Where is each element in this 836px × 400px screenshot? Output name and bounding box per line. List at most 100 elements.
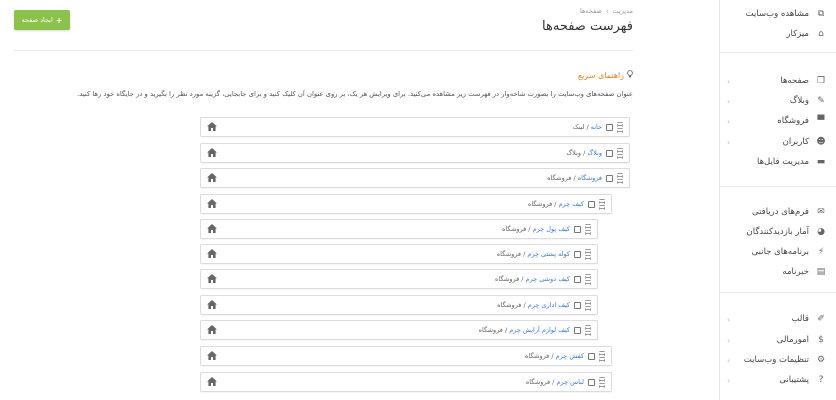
home-icon[interactable]: [207, 249, 218, 259]
sidebar-item[interactable]: ✎ وبلاگ ‹: [719, 91, 836, 111]
row-checkbox[interactable]: [606, 124, 613, 131]
page-title-link[interactable]: کیف دوشی چرم: [526, 275, 570, 283]
sidebar-item[interactable]: ❐ صفحه‌ها ‹: [719, 71, 836, 91]
page-title-link[interactable]: کیف لوازم آرایش چرم: [509, 326, 570, 334]
tree-row-label: کیف پول چرم / فروشگاه: [502, 225, 570, 233]
sidebar-divider: [719, 292, 836, 293]
page-title-link[interactable]: کیف چرم: [559, 200, 584, 208]
sidebar-item[interactable]: ◕ آمار بازدیدکنندگان: [719, 222, 836, 242]
page-type: فروشگاه: [501, 225, 527, 233]
sidebar-item[interactable]: ✐ قالب ‹: [719, 309, 836, 329]
tree-row-label: کیف لوازم آرایش چرم / فروشگاه: [479, 326, 570, 334]
sidebar-item[interactable]: ⚡ برنامه‌های جانبی: [719, 242, 836, 262]
sidebar-item[interactable]: ▀ فروشگاه ‹: [719, 111, 836, 131]
row-checkbox[interactable]: [588, 353, 595, 360]
sidebar-divider: [719, 186, 836, 187]
row-checkbox[interactable]: [574, 327, 581, 334]
sidebar-item[interactable]: ? پشتیبانی ‹: [719, 370, 836, 390]
plus-icon: +: [55, 15, 63, 25]
row-checkbox[interactable]: [574, 302, 581, 309]
page-type: لینک: [572, 123, 585, 131]
drag-handle-icon[interactable]: [585, 325, 591, 336]
home-icon[interactable]: [207, 173, 218, 183]
page-type: فروشگاه: [494, 275, 520, 283]
sidebar-item[interactable]: ✉ فرم‌های دریافتی: [719, 202, 836, 222]
sidebar-item-label: صفحه‌ها: [780, 76, 809, 86]
tree-row-label: فروشگاه / فروشگاه: [547, 174, 602, 182]
sidebar-item-label: قالب: [791, 314, 809, 324]
breadcrumb-separator: ›: [605, 7, 609, 15]
home-icon[interactable]: [207, 300, 218, 310]
row-checkbox[interactable]: [574, 226, 581, 233]
drag-handle-icon[interactable]: [617, 148, 623, 159]
home-icon[interactable]: [207, 199, 218, 209]
row-checkbox[interactable]: [588, 379, 595, 386]
page-title-link[interactable]: کفش چرم: [556, 352, 584, 360]
home-icon[interactable]: [207, 224, 218, 234]
page-title-link[interactable]: کوله پشتی چرم: [527, 250, 570, 258]
page-title-link[interactable]: کیف اداری چرم: [528, 301, 570, 309]
tree-row[interactable]: لباس چرم / فروشگاه: [200, 372, 612, 392]
tree-row[interactable]: فروشگاه / فروشگاه: [200, 168, 630, 188]
sidebar-item-label: مدیریت فایل‌ها: [756, 157, 809, 167]
tree-row[interactable]: کیف پول چرم / فروشگاه: [200, 219, 598, 239]
tree-row[interactable]: کیف اداری چرم / فروشگاه: [200, 295, 598, 315]
lightbulb-icon: [627, 70, 633, 80]
row-checkbox[interactable]: [574, 251, 581, 258]
row-checkbox[interactable]: [588, 201, 595, 208]
home-icon[interactable]: [207, 122, 218, 132]
row-checkbox[interactable]: [574, 276, 581, 283]
sidebar-item[interactable]: ⌂ میزکار: [719, 24, 836, 44]
tree-row-label: کیف اداری چرم / فروشگاه: [497, 301, 570, 309]
sidebar-item[interactable]: ▤ خبرنامه: [719, 262, 836, 282]
page-title-link[interactable]: فروشگاه: [578, 174, 602, 182]
tree-row[interactable]: کوله پشتی چرم / فروشگاه: [200, 244, 598, 264]
drag-handle-icon[interactable]: [617, 173, 623, 184]
drag-handle-icon[interactable]: [585, 274, 591, 285]
create-page-button[interactable]: + ایجاد صفحه: [14, 10, 70, 30]
gear-icon: ⚙: [816, 355, 826, 365]
home-icon: ⌂: [818, 29, 824, 39]
sidebar-item-label: پشتیبانی: [779, 375, 809, 385]
page-title-link[interactable]: لباس چرم: [556, 378, 584, 386]
tree-row[interactable]: خانه / لینک: [200, 117, 630, 137]
page-title-link[interactable]: کیف پول چرم: [533, 225, 570, 233]
home-icon[interactable]: [207, 274, 218, 284]
sidebar-item-label: مشاهده وب‌سایت: [745, 9, 809, 19]
page-type: فروشگاه: [547, 174, 572, 182]
home-icon[interactable]: [207, 351, 218, 361]
row-checkbox[interactable]: [606, 150, 613, 157]
row-checkbox[interactable]: [606, 175, 613, 182]
sidebar: ⧉ مشاهده وب‌سایت ⌂ میزکار ❐ صفحه‌ها ‹ ✎ وبلاگ ‹ ▀ ف…: [719, 0, 836, 400]
sidebar-item-label: فروشگاه: [777, 116, 809, 126]
drag-handle-icon[interactable]: [599, 351, 605, 362]
page-title-link[interactable]: وبلاگ: [587, 149, 602, 157]
sidebar-item[interactable]: ▬ مدیریت فایل‌ها: [719, 152, 836, 172]
drag-handle-icon[interactable]: [585, 224, 591, 235]
sidebar-item[interactable]: ☻ کاربران ‹: [719, 132, 836, 152]
tree-row[interactable]: کیف دوشی چرم / فروشگاه: [200, 269, 598, 289]
page-type: فروشگاه: [525, 378, 551, 386]
home-icon[interactable]: [207, 377, 218, 387]
tree-row[interactable]: کفش چرم / فروشگاه: [200, 346, 612, 366]
drag-handle-icon[interactable]: [585, 249, 591, 260]
sidebar-item[interactable]: ⧉ مشاهده وب‌سایت: [719, 4, 836, 24]
drag-handle-icon[interactable]: [599, 199, 605, 210]
tree-row[interactable]: کیف چرم / فروشگاه: [200, 194, 612, 214]
breadcrumb-root[interactable]: مدیریت: [613, 7, 633, 15]
tree-row[interactable]: وبلاگ / وبلاگ: [200, 143, 630, 163]
help-icon: ?: [818, 375, 824, 385]
drag-handle-icon[interactable]: [617, 122, 623, 133]
create-page-label: ایجاد صفحه: [21, 16, 53, 24]
page-type: فروشگاه: [496, 250, 521, 258]
sidebar-item[interactable]: $ امورمالی ‹: [719, 330, 836, 350]
home-icon[interactable]: [207, 325, 218, 335]
sidebar-item-label: تنظیمات وب‌سایت: [743, 355, 809, 365]
plug-icon: ⚡: [817, 247, 825, 257]
sidebar-item[interactable]: ⚙ تنظیمات وب‌سایت ‹: [719, 350, 836, 370]
drag-handle-icon[interactable]: [599, 377, 605, 388]
page-title-link[interactable]: خانه: [591, 123, 602, 131]
drag-handle-icon[interactable]: [585, 300, 591, 311]
tree-row[interactable]: کیف لوازم آرایش چرم / فروشگاه: [200, 320, 598, 340]
home-icon[interactable]: [207, 148, 218, 158]
